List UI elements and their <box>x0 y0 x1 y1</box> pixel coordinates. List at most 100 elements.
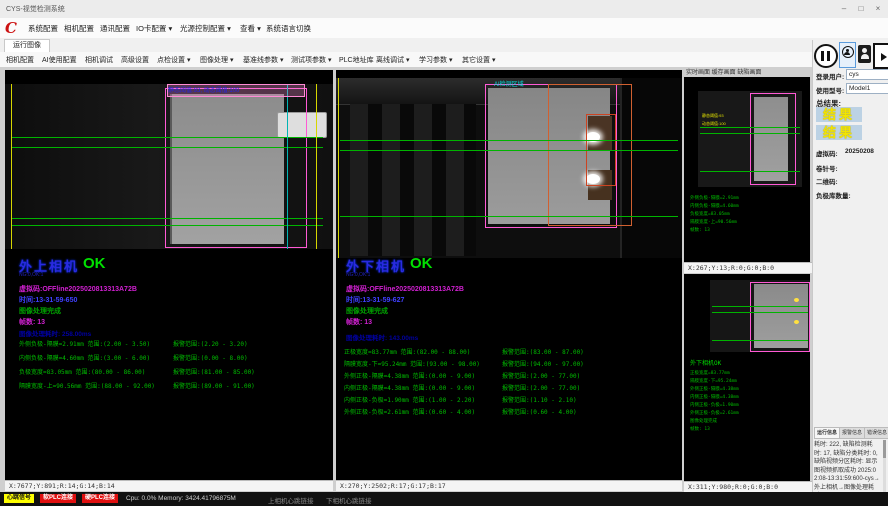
menu-light-config[interactable]: 光源控制配置 ▾ <box>180 23 231 34</box>
thumb-text-line: 隔膜宽度-下=95.24mm <box>690 378 737 384</box>
login-user-button[interactable] <box>839 42 856 68</box>
tool-camera-config[interactable]: 相机配置 <box>6 55 34 65</box>
alarm-range: 报警范围:(89.00 - 91.00) <box>173 381 255 390</box>
alarm-range: 报警范围:(2.00 - 77.00) <box>502 383 580 392</box>
thumb-text-line: 外侧正极-负极=2.61mm <box>690 410 739 416</box>
title-bar: CYS-视觉检测系统 – □ × <box>0 0 888 19</box>
tool-image-process[interactable]: 图像处理 ▾ <box>200 55 233 65</box>
alarm-range: 报警范围:(2.20 - 3.20) <box>173 339 248 348</box>
total-result-1: 结果 <box>816 107 862 122</box>
soft-plc-badge: 软PLC连接 <box>40 494 76 503</box>
app-window: CYS-视觉检测系统 – □ × C 系统配置 相机配置 通讯配置 IO卡配置 … <box>0 0 888 522</box>
thumb-text-line: 帧数: 13 <box>690 227 710 233</box>
stock-count-label: 负极库数量: <box>816 190 851 200</box>
upper-camera-heartbeat: 上相机心跳链接 <box>268 495 314 505</box>
pause-icon <box>827 51 830 61</box>
pause-icon <box>821 51 824 61</box>
glare-dot <box>794 320 799 324</box>
info-tab-run[interactable]: 运行信息 <box>814 427 840 439</box>
result-sub: NG:0,OK:1 <box>19 272 43 278</box>
baseline <box>11 218 323 219</box>
info-tab-alarm[interactable]: 报警信息 <box>839 427 865 439</box>
tool-advanced[interactable]: 高级设置 <box>121 55 149 65</box>
minimize-button[interactable]: – <box>836 2 852 15</box>
measurement-value: 负极宽度=83.05mm 范围:(80.00 - 86.00) <box>19 367 145 376</box>
measurement-value: 正极宽度=83.77mm 范围:(82.00 - 88.00) <box>344 347 470 356</box>
center-camera-panel: AI检测区域 外下相机 OK NG:0,OK:1 虚拟码:OFFline2025… <box>336 70 682 491</box>
model-value-field[interactable]: Model1 <box>846 83 888 94</box>
thumb-text-line: 外侧负极-隔膜=2.91mm <box>690 195 739 201</box>
measurement-row: 隔膜宽度-下=95.24mm 范围:(93.00 - 98.00) 报警范围:(… <box>336 359 682 369</box>
tool-test-param[interactable]: 测试项参数 ▾ <box>291 55 331 65</box>
camera-result: OK <box>410 255 433 272</box>
thumbnail-top[interactable]: 静态阈值:93 动态阈值:100 外侧负极-隔膜=2.91mm 内侧负极-隔膜=… <box>684 77 810 262</box>
thumbnail-top-image: 静态阈值:93 动态阈值:100 <box>698 91 802 187</box>
baseline <box>700 133 800 134</box>
measurement-row: 内侧负极-隔膜=4.60mm 范围:(3.00 - 6.00) 报警范围:(0.… <box>5 353 333 363</box>
camera-result: OK <box>83 255 106 272</box>
tool-other-settings[interactable]: 其它设置 ▾ <box>462 55 495 65</box>
alarm-range: 报警范围:(83.00 - 87.00) <box>502 347 584 356</box>
measurement-row: 隔膜宽度-上=90.56mm 范围:(88.00 - 92.00) 报警范围:(… <box>5 381 333 391</box>
operator-button[interactable] <box>858 45 871 63</box>
measurement-value: 外侧正极-隔膜=4.38mm 范围:(0.00 - 9.00) <box>344 371 475 380</box>
menu-io-config[interactable]: IO卡配置 ▾ <box>136 23 172 34</box>
tool-plc-address[interactable]: PLC地址库 <box>339 55 374 65</box>
login-value-field[interactable]: cys <box>846 69 888 80</box>
info-tab-error[interactable]: 错误信息 <box>864 427 888 439</box>
menu-view[interactable]: 查看 ▾ <box>240 23 261 34</box>
tool-ai-config[interactable]: AI使用配置 <box>42 55 77 65</box>
alarm-range: 报警范围:(94.00 - 97.00) <box>502 359 584 368</box>
ai-region-label: AI检测区域 <box>494 79 524 88</box>
edge-line <box>338 78 339 258</box>
roi-rect <box>750 282 810 352</box>
measurement-row: 外侧正极-负极=2.61mm 范围:(0.60 - 4.00) 报警范围:(0.… <box>336 407 682 417</box>
glare-dot <box>794 298 799 302</box>
thumb-text-line: 内侧正极-隔膜=4.38mm <box>690 394 739 400</box>
virtual-code-value: 20250208 <box>845 148 874 155</box>
baseline <box>700 171 800 172</box>
tool-camera-debug[interactable]: 相机调试 <box>85 55 113 65</box>
tool-baseline-param[interactable]: 基准线参数 ▾ <box>243 55 283 65</box>
capture-time: 时间:13-31-59-627 <box>346 295 404 305</box>
frame-count: 帧数: 13 <box>346 317 372 327</box>
measurement-value: 外侧负极-隔膜=2.91mm 范围:(2.00 - 3.50) <box>19 339 150 348</box>
tool-spot-check[interactable]: 点检设置 ▾ <box>157 55 190 65</box>
menu-language-switch[interactable]: 系统语言切换 <box>266 23 311 34</box>
thumb-text-line: 帧数: 13 <box>690 426 710 432</box>
thumb-camera-line: 外下相机OK <box>690 358 721 367</box>
thumbnail-bottom[interactable]: 外下相机OK 正极宽度=83.77mm 隔膜宽度-下=95.24mm 外侧正极-… <box>684 274 810 481</box>
operator-icon <box>861 54 869 59</box>
menu-camera-config[interactable]: 相机配置 <box>64 23 94 34</box>
left-camera-image[interactable]: 静态阈值:93, 动态阈值:100 <box>5 84 333 249</box>
tab-run-image[interactable]: 运行图像 <box>4 39 50 52</box>
pause-button[interactable] <box>814 44 838 68</box>
tool-learn-param[interactable]: 学习参数 ▾ <box>419 55 452 65</box>
pixel-coordinates: X:7677;Y:891;R:14;G:14;B:14 <box>5 480 333 491</box>
virtual-code: 虚拟码:OFFline2025020813313A72B <box>19 284 137 294</box>
measurement-value: 内侧正极-负极=1.90mm 范围:(1.00 - 2.20) <box>344 395 475 404</box>
process-done: 图像处理完成 <box>346 306 388 316</box>
center-camera-image[interactable]: AI检测区域 <box>336 78 682 258</box>
log-scrollbar-thumb[interactable] <box>883 440 886 458</box>
baseline <box>712 340 808 341</box>
exit-button[interactable] <box>873 43 888 69</box>
tool-offline-debug[interactable]: 离线调试 ▾ <box>376 55 409 65</box>
thumbnail-header: 实时画面 缓存画面 缺陷画面 <box>686 67 808 76</box>
model-label: 使用型号: <box>816 85 844 95</box>
operator-icon <box>862 48 867 53</box>
close-button[interactable]: × <box>870 2 886 15</box>
menu-comm-config[interactable]: 通讯配置 <box>100 23 130 34</box>
left-camera-panel: 静态阈值:93, 动态阈值:100 外上相机 OK NG:0,OK:1 虚拟码:… <box>5 70 333 491</box>
edge-line <box>11 84 12 249</box>
baseline <box>700 127 800 128</box>
menu-system-config[interactable]: 系统配置 <box>28 23 58 34</box>
maximize-button[interactable]: □ <box>853 2 869 15</box>
tab-strip: 运行图像 <box>0 38 888 53</box>
pixel-coordinates: X:311;Y:980;R:0;G:0;B:0 <box>684 481 814 492</box>
machine-columns <box>350 104 476 256</box>
thumb-text-line: 内侧正极-负极=1.90mm <box>690 402 739 408</box>
measurement-value: 内侧负极-隔膜=4.60mm 范围:(3.00 - 6.00) <box>19 353 150 362</box>
thumb-text-line: 图像处理完成 <box>690 418 717 424</box>
process-time: 图像处理耗时: 258.00ms <box>19 328 91 338</box>
